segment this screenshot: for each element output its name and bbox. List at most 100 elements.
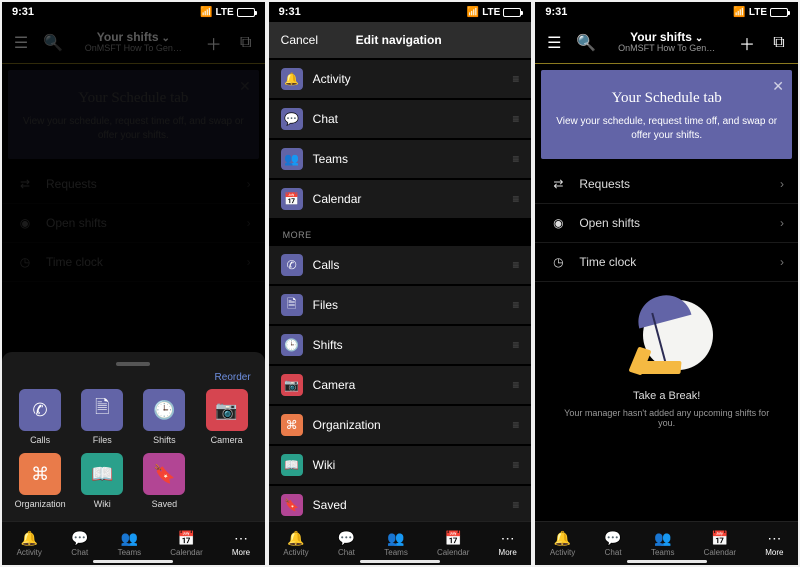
- drag-handle-icon[interactable]: ≡: [512, 192, 519, 206]
- calls-icon: ✆: [281, 254, 303, 276]
- drawer-handle[interactable]: [116, 362, 150, 366]
- tab-chat[interactable]: 💬Chat: [71, 530, 88, 557]
- nav-row-activity[interactable]: 🔔 Activity ≡: [269, 60, 532, 98]
- banner-title: Your Schedule tab: [553, 90, 780, 107]
- tile-organization[interactable]: ⌘ Organization: [12, 453, 68, 509]
- drag-handle-icon[interactable]: ≡: [512, 498, 519, 512]
- add-icon[interactable]: ＋: [738, 34, 756, 52]
- home-indicator[interactable]: [627, 560, 707, 563]
- tab-teams[interactable]: 👥Teams: [651, 530, 675, 557]
- menu-list: ⇄ Requests › ◉ Open shifts › ◷ Time cloc…: [2, 165, 265, 282]
- tab-teams[interactable]: 👥Teams: [384, 530, 408, 557]
- drag-handle-icon[interactable]: ≡: [512, 258, 519, 272]
- network-label: LTE: [216, 7, 234, 18]
- drag-handle-icon[interactable]: ≡: [512, 458, 519, 472]
- tab-label: More: [499, 548, 517, 557]
- nav-row-shifts[interactable]: 🕒 Shifts ≡: [269, 326, 532, 364]
- row-time-clock[interactable]: ◷ Time clock ›: [2, 243, 265, 282]
- tab-calendar[interactable]: 📅Calendar: [170, 530, 202, 557]
- teams-icon: 👥: [121, 530, 138, 546]
- tab-calendar[interactable]: 📅Calendar: [704, 530, 736, 557]
- nav-row-label: Chat: [313, 112, 338, 126]
- drag-handle-icon[interactable]: ≡: [512, 152, 519, 166]
- add-icon[interactable]: ＋: [205, 34, 223, 52]
- nav-row-calls[interactable]: ✆ Calls ≡: [269, 246, 532, 284]
- header-title-area[interactable]: Your shifts OnMSFT How To Gen…: [85, 31, 182, 54]
- tile-files[interactable]: 🗎 Files: [74, 389, 130, 445]
- row-label: Time clock: [579, 255, 636, 269]
- search-icon[interactable]: 🔍: [44, 34, 62, 52]
- nav-row-calendar[interactable]: 📅 Calendar ≡: [269, 180, 532, 218]
- files-icon: 🗎: [81, 389, 123, 431]
- cancel-button[interactable]: Cancel: [281, 33, 318, 47]
- empty-text: Your manager hasn't added any upcoming s…: [555, 408, 778, 428]
- phone-3-shifts-home: 9:31 📶 LTE ☰ 🔍 Your shifts OnMSFT How To…: [535, 2, 798, 565]
- calendar-today-icon[interactable]: ⧉: [237, 34, 255, 52]
- row-requests[interactable]: ⇄ Requests ›: [535, 165, 798, 204]
- activity-icon: 🔔: [554, 530, 571, 546]
- nav-row-teams[interactable]: 👥 Teams ≡: [269, 140, 532, 178]
- chevron-right-icon: ›: [780, 216, 784, 230]
- status-icons: 📶 LTE: [467, 7, 522, 18]
- tile-saved[interactable]: 🔖 Saved: [136, 453, 192, 509]
- tab-bar: 🔔Activity 💬Chat 👥Teams 📅Calendar ⋯More: [535, 521, 798, 565]
- nav-row-wiki[interactable]: 📖 Wiki ≡: [269, 446, 532, 484]
- nav-row-saved[interactable]: 🔖 Saved ≡: [269, 486, 532, 524]
- tile-label: Shifts: [136, 435, 192, 445]
- drag-handle-icon[interactable]: ≡: [512, 418, 519, 432]
- phone-2-edit-navigation: 9:31 📶 LTE Cancel Edit navigation 🔔 Acti…: [269, 2, 532, 565]
- tab-label: Activity: [17, 548, 42, 557]
- drag-handle-icon[interactable]: ≡: [512, 378, 519, 392]
- status-icons: 📶 LTE: [733, 7, 788, 18]
- tab-activity[interactable]: 🔔Activity: [550, 530, 575, 557]
- tile-calls[interactable]: ✆ Calls: [12, 389, 68, 445]
- calendar-today-icon[interactable]: ⧉: [770, 34, 788, 52]
- tab-chat[interactable]: 💬Chat: [604, 530, 621, 557]
- tab-more[interactable]: ⋯More: [765, 530, 783, 557]
- app-header: ☰ 🔍 Your shifts OnMSFT How To Gen… ＋ ⧉: [2, 22, 265, 64]
- hamburger-icon[interactable]: ☰: [12, 34, 30, 52]
- chevron-right-icon: ›: [247, 255, 251, 269]
- tab-chat[interactable]: 💬Chat: [338, 530, 355, 557]
- calendar-icon: 📅: [444, 530, 461, 546]
- tab-more[interactable]: ⋯More: [499, 530, 517, 557]
- drag-handle-icon[interactable]: ≡: [512, 298, 519, 312]
- tab-label: Calendar: [437, 548, 469, 557]
- reorder-link[interactable]: Reorder: [215, 372, 251, 383]
- nav-row-files[interactable]: 🗎 Files ≡: [269, 286, 532, 324]
- drag-handle-icon[interactable]: ≡: [512, 112, 519, 126]
- status-time: 9:31: [279, 6, 301, 18]
- tile-camera[interactable]: 📷 Camera: [199, 389, 255, 445]
- hamburger-icon[interactable]: ☰: [545, 34, 563, 52]
- row-open-shifts[interactable]: ◉ Open shifts ›: [535, 204, 798, 243]
- row-requests[interactable]: ⇄ Requests ›: [2, 165, 265, 204]
- camera-icon: 📷: [281, 374, 303, 396]
- row-open-shifts[interactable]: ◉ Open shifts ›: [2, 204, 265, 243]
- home-indicator[interactable]: [93, 560, 173, 563]
- drag-handle-icon[interactable]: ≡: [512, 338, 519, 352]
- tab-activity[interactable]: 🔔Activity: [17, 530, 42, 557]
- tile-shifts[interactable]: 🕒 Shifts: [136, 389, 192, 445]
- nav-row-label: Wiki: [313, 458, 336, 472]
- tab-label: Teams: [118, 548, 142, 557]
- tab-more[interactable]: ⋯More: [232, 530, 250, 557]
- tab-teams[interactable]: 👥 Teams: [118, 530, 142, 557]
- nav-row-camera[interactable]: 📷 Camera ≡: [269, 366, 532, 404]
- header-subtitle: OnMSFT How To Gen…: [618, 44, 715, 54]
- nav-row-chat[interactable]: 💬 Chat ≡: [269, 100, 532, 138]
- tile-label: Wiki: [74, 499, 130, 509]
- signal-icon: 📶: [733, 7, 745, 18]
- search-icon[interactable]: 🔍: [577, 34, 595, 52]
- close-icon[interactable]: ✕: [772, 78, 784, 95]
- calendar-icon: 📅: [281, 188, 303, 210]
- close-icon[interactable]: ✕: [239, 78, 251, 95]
- row-time-clock[interactable]: ◷ Time clock ›: [535, 243, 798, 282]
- header-title-area[interactable]: Your shifts OnMSFT How To Gen…: [618, 31, 715, 54]
- nav-row-organization[interactable]: ⌘ Organization ≡: [269, 406, 532, 444]
- tile-wiki[interactable]: 📖 Wiki: [74, 453, 130, 509]
- network-label: LTE: [482, 7, 500, 18]
- tab-calendar[interactable]: 📅 Calendar: [437, 530, 469, 557]
- home-indicator[interactable]: [360, 560, 440, 563]
- tab-activity[interactable]: 🔔Activity: [283, 530, 308, 557]
- drag-handle-icon[interactable]: ≡: [512, 72, 519, 86]
